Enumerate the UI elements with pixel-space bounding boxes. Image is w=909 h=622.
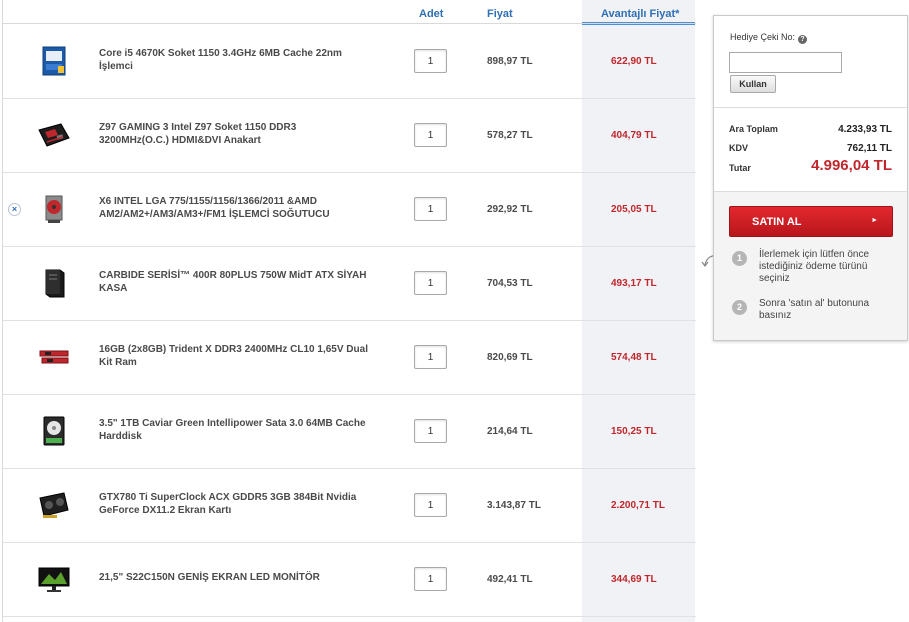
- product-price: 492,41 TL: [487, 574, 533, 585]
- cart-row: 3.5" 1TB Caviar Green Intellipower Sata …: [3, 395, 696, 469]
- cart-row: Core i5 4670K Soket 1150 3.4GHz 6MB Cach…: [3, 25, 696, 99]
- tax-value: 762,11 TL: [846, 143, 892, 154]
- monitor-icon: [38, 567, 70, 592]
- product-price: 292,92 TL: [487, 204, 533, 215]
- advantage-price: 150,25 TL: [611, 426, 657, 437]
- remove-item-button[interactable]: ×: [8, 203, 21, 216]
- product-price: 898,97 TL: [487, 56, 533, 67]
- gift-voucher-input[interactable]: [729, 52, 842, 73]
- graphics-card-icon: [39, 492, 69, 518]
- product-name[interactable]: X6 INTEL LGA 775/1155/1156/1366/2011 &AM…: [99, 195, 369, 221]
- product-price: 3.143,87 TL: [487, 500, 541, 511]
- quantity-input[interactable]: [414, 419, 447, 443]
- product-name[interactable]: Core i5 4670K Soket 1150 3.4GHz 6MB Cach…: [99, 47, 369, 73]
- order-summary: Hediye Çeki No:? Kullan Ara Toplam 4.233…: [713, 15, 908, 341]
- header-avantajli-fiyat: Avantajlı Fiyat*: [601, 8, 680, 20]
- total-label: Tutar: [729, 163, 751, 173]
- cart-row: GTX780 Ti SuperClock ACX GDDR5 3GB 384Bi…: [3, 469, 696, 543]
- quantity-input[interactable]: [414, 567, 447, 591]
- step-number: 2: [732, 300, 747, 315]
- subtotal-label: Ara Toplam: [729, 124, 778, 134]
- cpu-box-icon: [42, 46, 66, 76]
- advantage-price: 574,48 TL: [611, 352, 657, 363]
- apply-voucher-button[interactable]: Kullan: [730, 75, 776, 93]
- subtotal-value: 4.233,93 TL: [838, 124, 892, 135]
- quantity-input[interactable]: [414, 345, 447, 369]
- hard-disk-icon: [43, 416, 65, 446]
- product-price: 578,27 TL: [487, 130, 533, 141]
- quantity-input[interactable]: [414, 123, 447, 147]
- header-adet: Adet: [419, 8, 444, 20]
- product-name[interactable]: 3.5" 1TB Caviar Green Intellipower Sata …: [99, 417, 369, 443]
- play-arrow-icon: ►: [871, 217, 878, 224]
- step-text: Sonra 'satın al' butonuna basınız: [759, 298, 870, 321]
- product-name[interactable]: Z97 GAMING 3 Intel Z97 Soket 1150 DDR3 3…: [99, 121, 369, 147]
- advantage-price: 493,17 TL: [611, 278, 657, 289]
- cart-row: 21,5" S22C150N GENİŞ EKRAN LED MONİTÖR 4…: [3, 543, 696, 617]
- quantity-input[interactable]: [414, 271, 447, 295]
- step-text: İlerlemek için lütfen önce istediğiniz ö…: [759, 249, 870, 284]
- product-name[interactable]: 16GB (2x8GB) Trident X DDR3 2400MHz CL10…: [99, 343, 369, 369]
- cart-row: 16GB (2x8GB) Trident X DDR3 2400MHz CL10…: [3, 321, 696, 395]
- cart-row: Z97 GAMING 3 Intel Z97 Soket 1150 DDR3 3…: [3, 99, 696, 173]
- product-price: 820,69 TL: [487, 352, 533, 363]
- help-icon[interactable]: ?: [798, 35, 808, 44]
- quantity-input[interactable]: [414, 493, 447, 517]
- cpu-cooler-icon: [45, 195, 63, 223]
- motherboard-icon: [38, 123, 70, 147]
- cart-table: Adet Fiyat Avantajlı Fiyat* Core i5 4670…: [2, 0, 696, 622]
- pc-case-icon: [45, 269, 65, 298]
- ram-icon: [39, 350, 69, 364]
- tax-label: KDV: [729, 143, 749, 153]
- gift-voucher-label: Hediye Çeki No:?: [730, 32, 808, 44]
- advantage-price: 404,79 TL: [611, 130, 657, 141]
- totals-section: Ara Toplam 4.233,93 TL KDV 762,11 TL Tut…: [714, 108, 907, 192]
- advantage-price: 344,69 TL: [611, 574, 657, 585]
- advantage-price: 2.200,71 TL: [611, 500, 665, 511]
- advantage-price: 622,90 TL: [611, 56, 657, 67]
- cart-row: CARBIDE SERİSİ™ 400R 80PLUS 750W MidT AT…: [3, 247, 696, 321]
- gift-voucher-section: Hediye Çeki No:? Kullan: [714, 16, 907, 108]
- cart-row: × X6 INTEL LGA 775/1155/1156/1366/2011 &…: [3, 173, 696, 247]
- gift-voucher-label-text: Hediye Çeki No:: [730, 32, 796, 42]
- product-name[interactable]: GTX780 Ti SuperClock ACX GDDR5 3GB 384Bi…: [99, 491, 369, 517]
- cart-header: Adet Fiyat Avantajlı Fiyat*: [3, 0, 696, 24]
- product-name[interactable]: CARBIDE SERİSİ™ 400R 80PLUS 750W MidT AT…: [99, 269, 369, 295]
- advantage-price: 205,05 TL: [611, 204, 657, 215]
- quantity-input[interactable]: [414, 197, 447, 221]
- header-fiyat: Fiyat: [487, 8, 513, 20]
- buy-button-label: SATIN AL: [752, 215, 802, 228]
- buy-button[interactable]: SATIN AL ►: [729, 206, 893, 237]
- quantity-input[interactable]: [414, 49, 447, 73]
- total-value: 4.996,04 TL: [811, 157, 892, 174]
- product-price: 704,53 TL: [487, 278, 533, 289]
- step-number: 1: [732, 251, 747, 266]
- product-price: 214,64 TL: [487, 426, 533, 437]
- product-name[interactable]: 21,5" S22C150N GENİŞ EKRAN LED MONİTÖR: [99, 571, 369, 584]
